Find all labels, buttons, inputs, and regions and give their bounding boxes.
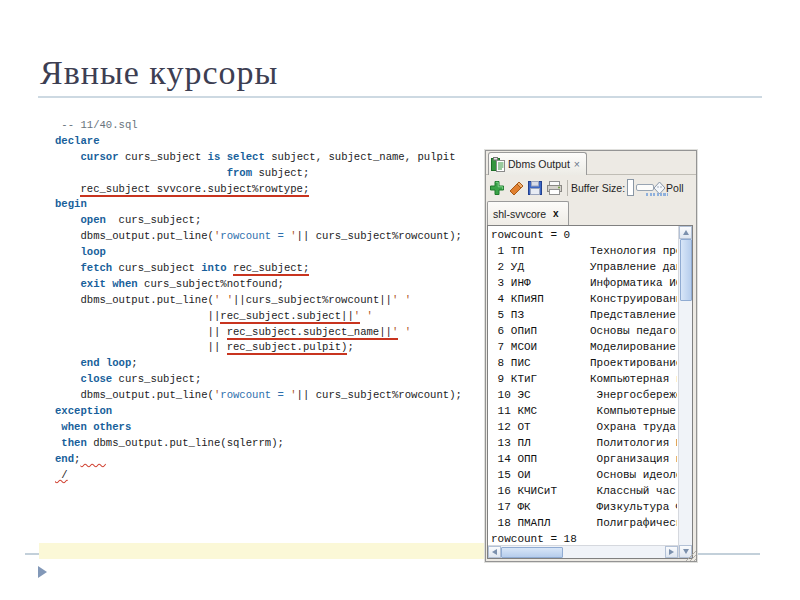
poll-label: Poll <box>666 182 684 194</box>
dbms-output-panel: Dbms Output × Buffer Size: <box>485 150 697 562</box>
dbms-output-text: rowcount = 0 1 ТП Технология про 2 УД Уп… <box>488 227 677 546</box>
footer-arrow-icon <box>38 566 47 578</box>
horizontal-scroll-thumb[interactable] <box>501 547 563 558</box>
tab-dbms-output-close-icon[interactable]: × <box>574 158 580 170</box>
slide-title: Явные курсоры <box>40 54 278 92</box>
scroll-left-button[interactable] <box>488 546 501 558</box>
scroll-right-button[interactable] <box>665 546 678 558</box>
add-icon[interactable] <box>489 180 505 196</box>
tab-dbms-output[interactable]: Dbms Output × <box>488 152 587 175</box>
scroll-up-button[interactable] <box>679 226 692 239</box>
buffer-size-label: Buffer Size: <box>571 182 625 194</box>
print-icon[interactable] <box>546 180 563 196</box>
eraser-icon[interactable] <box>508 180 524 196</box>
tab-connection[interactable]: shl-svvcore x <box>487 201 569 225</box>
tab-dbms-output-label: Dbms Output <box>508 158 570 170</box>
buffer-size-input[interactable] <box>627 179 634 196</box>
resize-grip[interactable] <box>683 548 696 561</box>
vertical-scroll-thumb[interactable] <box>680 239 692 301</box>
dbms-output-toolbar: Buffer Size: Poll <box>486 175 696 200</box>
horizontal-scrollbar[interactable] <box>488 545 678 558</box>
dbms-output-content: rowcount = 0 1 ТП Технология про 2 УД Уп… <box>487 225 693 559</box>
sql-code-block: -- 11/40.sqldeclare cursor curs_subject … <box>55 118 462 483</box>
toolbar-separator <box>567 180 568 196</box>
title-rule <box>38 96 762 98</box>
footer-highlight-bar <box>39 543 486 559</box>
clipboard-icon <box>491 157 505 172</box>
tab-connection-close-icon[interactable]: x <box>553 208 559 219</box>
save-icon[interactable] <box>527 180 543 196</box>
poll-dotted-indicator <box>646 193 668 196</box>
vertical-scrollbar[interactable] <box>678 226 692 558</box>
tab-connection-label: shl-svvcore <box>493 208 546 220</box>
